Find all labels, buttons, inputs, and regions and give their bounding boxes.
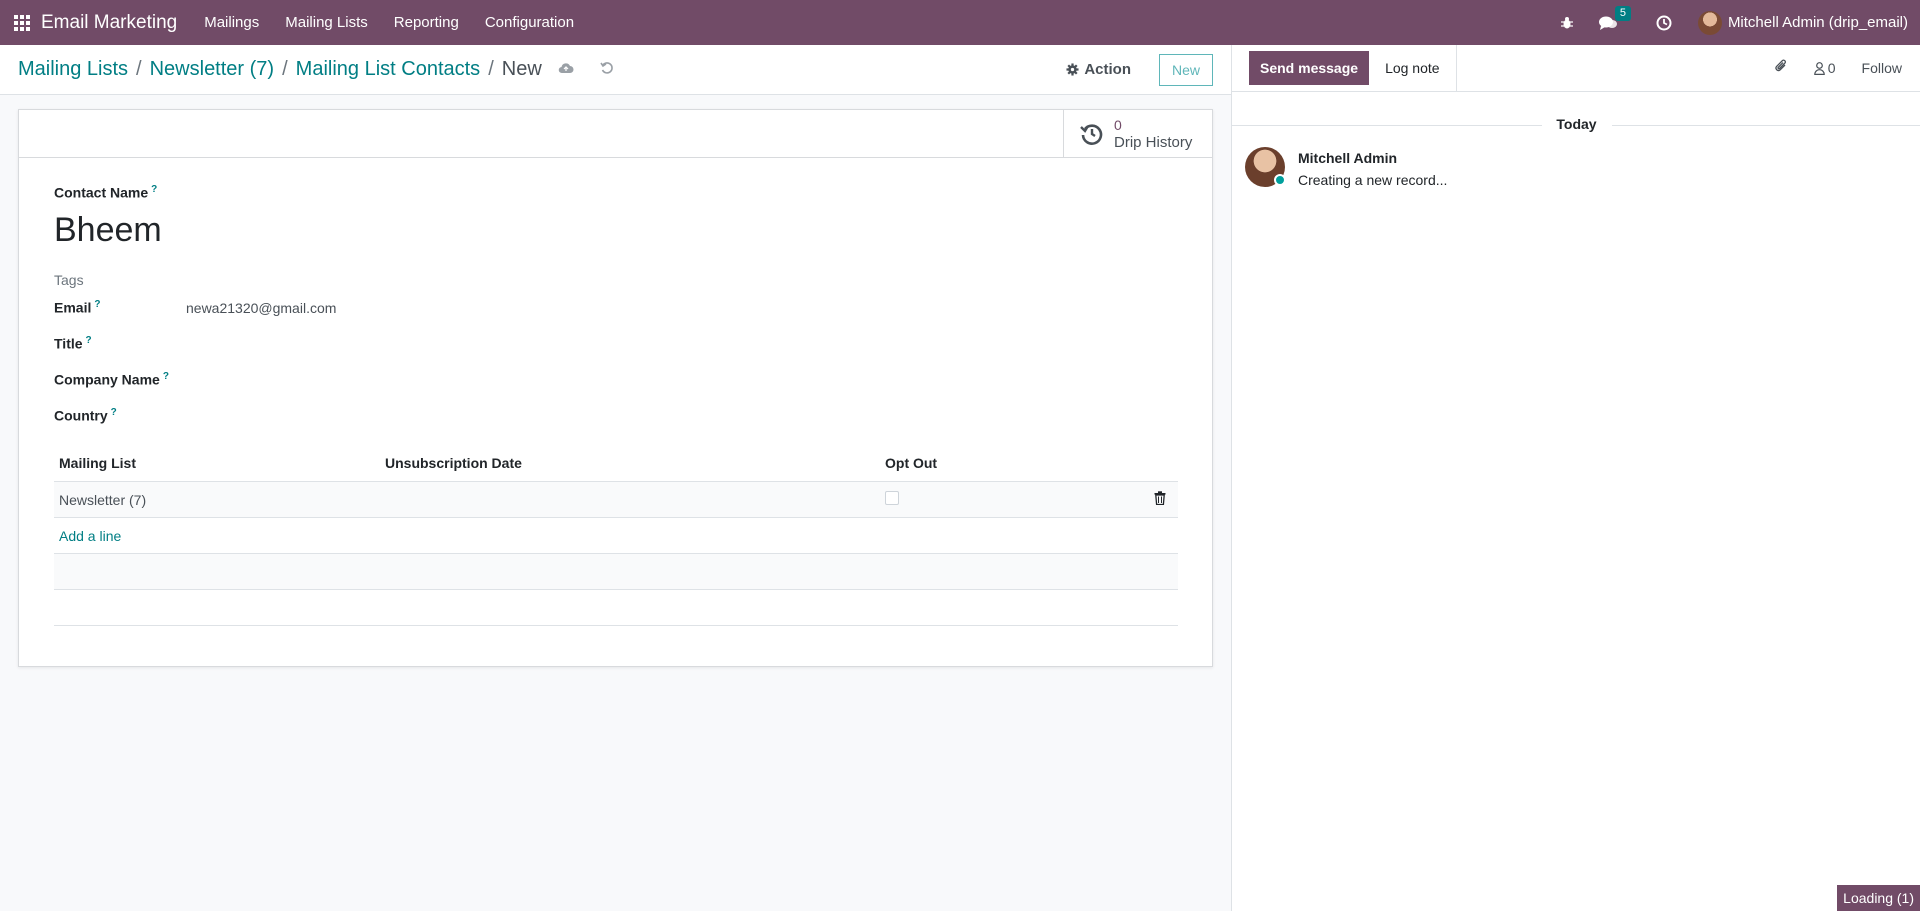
company-name-field[interactable] (186, 370, 486, 390)
discard-undo-icon[interactable] (600, 61, 614, 79)
menu-configuration[interactable]: Configuration (472, 14, 587, 31)
user-avatar[interactable] (1697, 10, 1722, 35)
action-label: Action (1084, 61, 1131, 78)
bug-icon[interactable] (1560, 16, 1574, 30)
button-box: 0 Drip History (19, 110, 1212, 158)
breadcrumb-current: New (501, 58, 542, 80)
trash-icon[interactable] (1154, 491, 1166, 506)
drip-history-button[interactable]: 0 Drip History (1063, 110, 1212, 158)
date-separator: Today (1556, 116, 1597, 132)
navbar-systray: 5 Mitchell Admin (drip_email) (1548, 0, 1920, 45)
email-field[interactable]: newa21320@gmail.com (186, 300, 336, 316)
paperclip-icon[interactable] (1774, 58, 1788, 78)
cell-unsubscription-date[interactable] (380, 481, 880, 519)
chatter-message: Mitchell Admin Creating a new record... (1245, 147, 1447, 191)
help-tooltip[interactable]: ? (94, 299, 100, 310)
followers-button[interactable]: 0 (1813, 60, 1836, 76)
company-name-label: Company Name? (54, 371, 169, 388)
help-tooltip[interactable]: ? (163, 371, 169, 382)
breadcrumb-separator: / (282, 58, 288, 80)
chatter-panel: Send message Log note 0 Follow Today Mit… (1231, 44, 1920, 911)
email-label: Email? (54, 299, 101, 316)
action-menu-button[interactable]: Action (1066, 61, 1131, 78)
top-navbar: Email Marketing Mailings Mailing Lists R… (0, 0, 1920, 45)
company-row: Company Name? (54, 362, 1177, 398)
empty-row (54, 589, 1178, 627)
loading-indicator: Loading (1) (1837, 885, 1920, 911)
followers-count: 0 (1827, 60, 1836, 76)
column-unsubscription-date[interactable]: Unsubscription Date (380, 445, 880, 483)
country-row: Country? (54, 398, 1177, 434)
breadcrumb-newsletter[interactable]: Newsletter (7) (150, 58, 274, 81)
apps-grid-icon[interactable] (14, 14, 30, 31)
breadcrumb-separator: / (136, 58, 142, 80)
title-row: Title? (54, 326, 1177, 362)
help-tooltip[interactable]: ? (111, 407, 117, 418)
author-avatar[interactable] (1245, 147, 1286, 187)
help-tooltip[interactable]: ? (86, 335, 92, 346)
table-row[interactable]: Newsletter (7) (54, 481, 1178, 519)
messages-badge: 5 (1614, 5, 1631, 21)
chatter-topbar: Send message Log note 0 Follow (1232, 44, 1920, 92)
new-record-button[interactable]: New (1158, 53, 1213, 86)
country-label: Country? (54, 407, 117, 424)
add-a-line-link[interactable]: Add a line (59, 528, 121, 544)
control-panel: Mailing Lists / Newsletter (7) / Mailing… (0, 45, 1231, 95)
tags-input[interactable]: Tags (54, 272, 1177, 288)
history-icon (1080, 124, 1103, 145)
breadcrumb: Mailing Lists / Newsletter (7) / Mailing… (18, 58, 542, 81)
title-field[interactable] (186, 334, 486, 354)
log-note-button[interactable]: Log note (1369, 44, 1457, 92)
breadcrumb-separator: / (488, 58, 494, 80)
column-actions (1130, 445, 1178, 483)
opt-out-checkbox[interactable] (885, 491, 899, 506)
breadcrumb-mailing-list-contacts[interactable]: Mailing List Contacts (296, 58, 481, 81)
message-author[interactable]: Mitchell Admin (1298, 147, 1447, 169)
cell-opt-out (880, 481, 1130, 519)
form-sheet: 0 Drip History Contact Name? Bheem Tags … (18, 109, 1213, 667)
user-icon (1813, 61, 1825, 75)
breadcrumb-mailing-lists[interactable]: Mailing Lists (18, 58, 128, 81)
drip-history-count: 0 (1114, 117, 1122, 133)
help-tooltip[interactable]: ? (151, 184, 157, 195)
country-field[interactable] (186, 406, 486, 426)
online-status-icon (1274, 174, 1286, 186)
mailing-list-lines-table: Mailing List Unsubscription Date Opt Out… (54, 445, 1178, 627)
menu-reporting[interactable]: Reporting (381, 14, 472, 31)
chat-bubbles-icon[interactable]: 5 (1598, 5, 1631, 31)
contact-name-input[interactable]: Bheem (54, 211, 1177, 250)
empty-row (54, 553, 1178, 591)
cell-mailing-list[interactable]: Newsletter (7) (54, 481, 380, 519)
cell-actions (1130, 481, 1178, 519)
contact-name-label: Contact Name? (54, 184, 158, 201)
gear-icon (1066, 63, 1079, 76)
send-message-button[interactable]: Send message (1249, 51, 1370, 85)
menu-mailings[interactable]: Mailings (191, 14, 272, 31)
email-row: Email? newa21320@gmail.com (54, 290, 1177, 326)
form-body: Contact Name? Bheem Tags Email? newa2132… (19, 158, 1212, 627)
follow-button[interactable]: Follow (1862, 60, 1902, 76)
column-opt-out[interactable]: Opt Out (880, 445, 1130, 483)
chatter-actions: 0 Follow (1774, 58, 1902, 78)
cloud-save-icon[interactable] (558, 61, 574, 78)
column-mailing-list[interactable]: Mailing List (54, 445, 380, 483)
message-body: Creating a new record... (1298, 172, 1448, 188)
drip-history-label: Drip History (1114, 134, 1193, 151)
clock-icon[interactable] (1656, 15, 1672, 31)
app-name[interactable]: Email Marketing (41, 12, 177, 34)
add-line-row: Add a line (54, 517, 1178, 555)
user-menu[interactable]: Mitchell Admin (drip_email) (1728, 14, 1908, 31)
title-label: Title? (54, 335, 92, 352)
menu-mailing-lists[interactable]: Mailing Lists (272, 14, 381, 31)
